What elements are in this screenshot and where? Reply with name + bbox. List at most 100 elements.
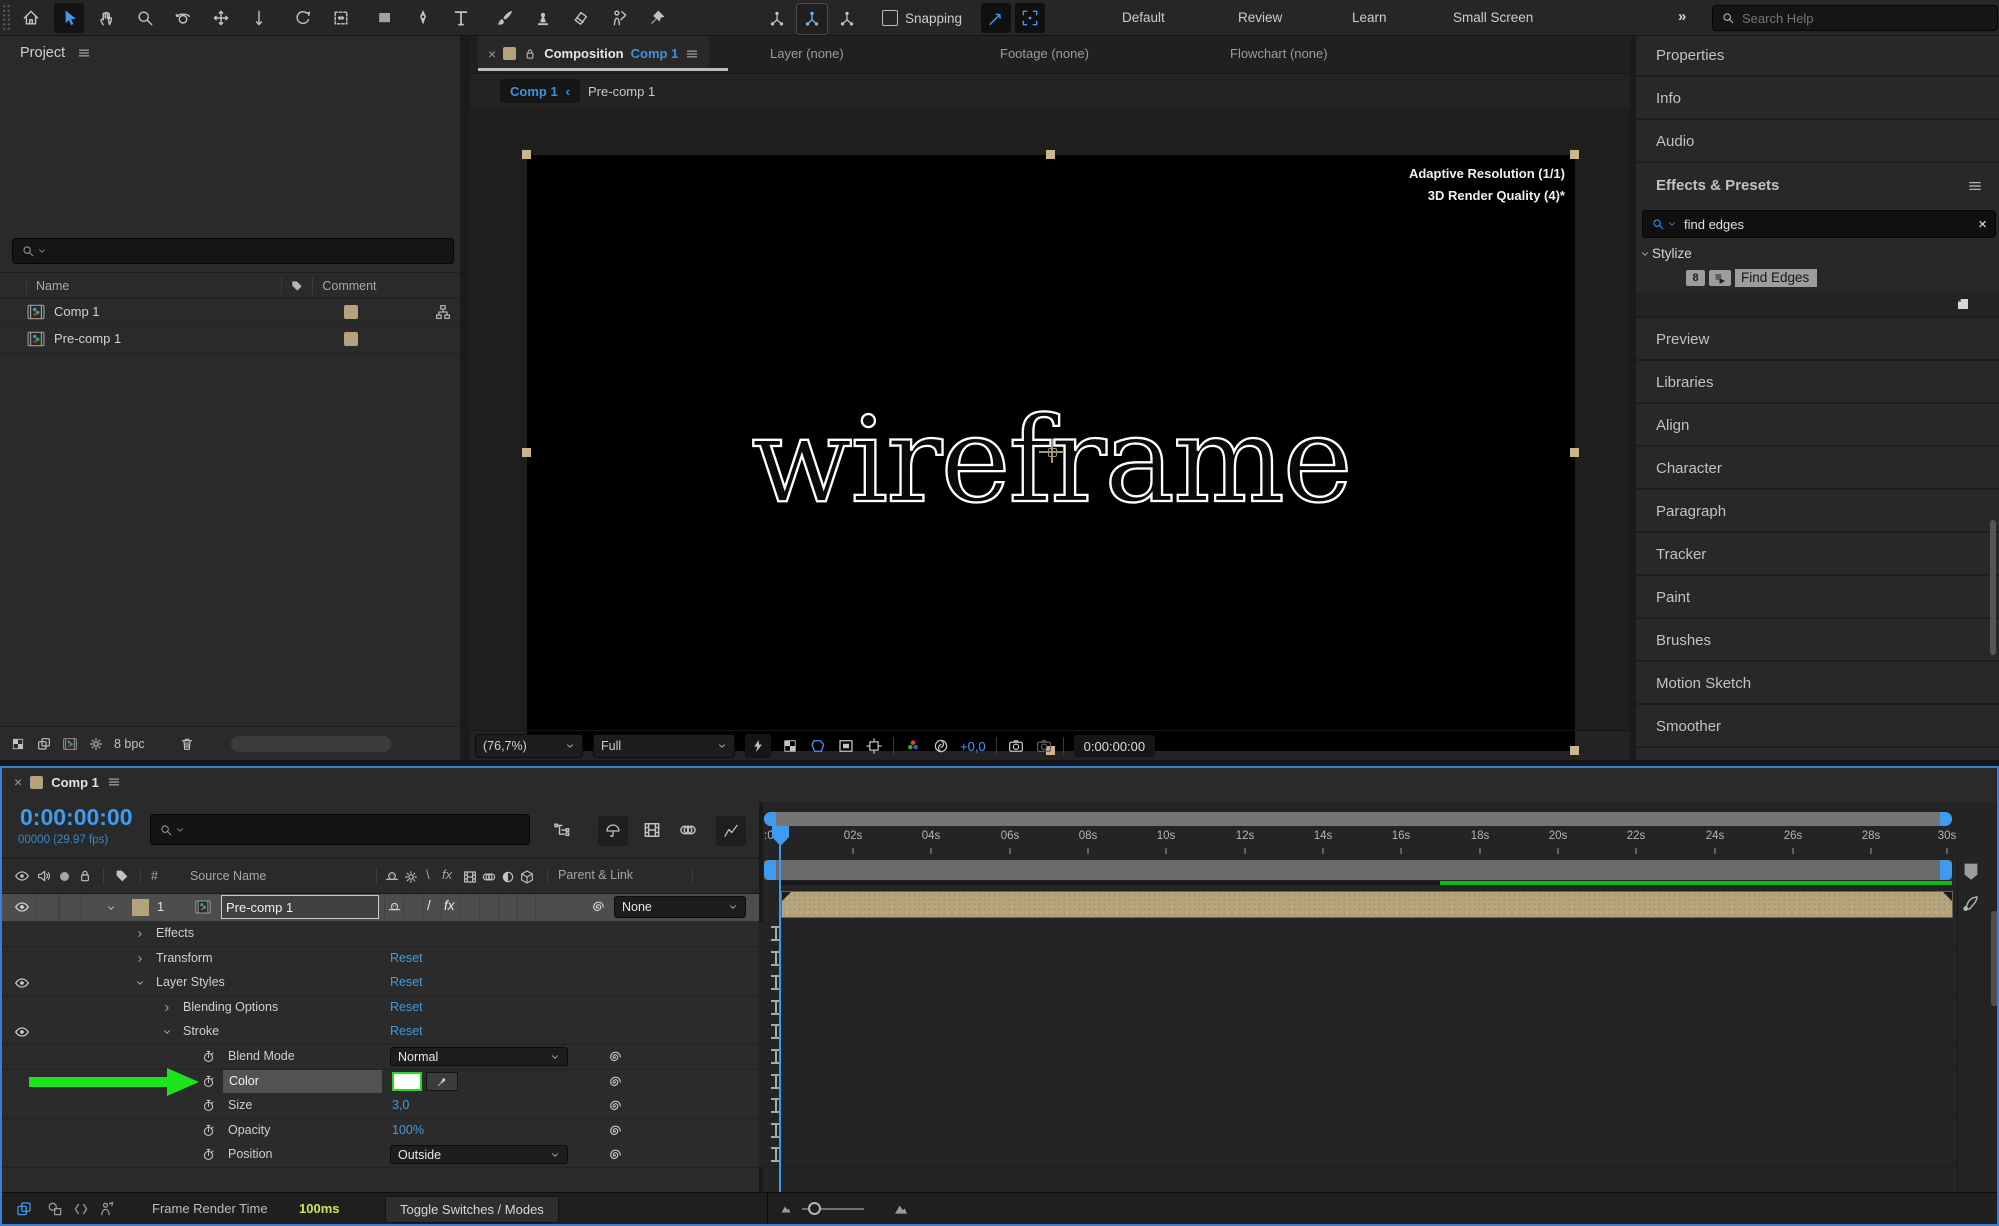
dolly-camera-tool-icon[interactable] <box>244 3 274 33</box>
snap-bounding-box-icon[interactable] <box>1015 3 1045 33</box>
comp-handle-mid-right[interactable] <box>1570 448 1579 457</box>
expand-transfer-controls-icon[interactable] <box>46 1200 64 1218</box>
composition-canvas[interactable]: Adaptive Resolution (1/1) 3D Render Qual… <box>527 155 1575 751</box>
timeline-search-input[interactable] <box>190 821 521 838</box>
resolution-dropdown[interactable]: Full <box>593 734 735 758</box>
workspace-overflow-chevrons[interactable]: » <box>1678 8 1686 25</box>
rectangle-tool-icon[interactable] <box>370 3 400 33</box>
column-parent-link[interactable]: Parent & Link <box>558 868 633 882</box>
project-search-input[interactable] <box>52 243 445 260</box>
reset-link[interactable]: Reset <box>390 975 423 989</box>
selection-tool-icon[interactable] <box>54 3 84 33</box>
layer-row[interactable]: 1 Pre-comp 1 / fx None <box>2 894 759 922</box>
camera-tool-icon[interactable] <box>326 3 356 33</box>
solo-cell[interactable] <box>59 894 82 921</box>
panel-divider[interactable] <box>460 36 470 760</box>
project-row-comp1[interactable]: Comp 1 <box>0 298 460 326</box>
property-row-stroke[interactable]: Stroke Reset <box>2 1020 759 1045</box>
comp-marker-bin-icon[interactable] <box>1960 860 1982 882</box>
motion-blur-icon[interactable] <box>481 869 497 885</box>
property-row-layer-styles[interactable]: Layer Styles Reset <box>2 971 759 996</box>
lock-icon[interactable] <box>523 47 537 61</box>
label-tag-icon[interactable] <box>290 279 304 293</box>
graph-row[interactable] <box>759 922 1957 947</box>
frame-blend-icon[interactable] <box>462 869 478 885</box>
panel-audio[interactable]: Audio <box>1636 122 1999 163</box>
eye-icon[interactable] <box>14 975 30 991</box>
layer-in-point[interactable] <box>782 892 791 901</box>
help-search-box[interactable] <box>1712 5 1998 31</box>
exposure-reset-icon[interactable] <box>932 737 950 755</box>
reset-link[interactable]: Reset <box>390 1024 423 1038</box>
frame-blending-icon[interactable] <box>642 820 662 840</box>
eye-icon[interactable] <box>14 1024 30 1040</box>
panel-smo other[interactable]: Smoother <box>1636 707 1999 748</box>
panel-character[interactable]: Character <box>1636 449 1999 490</box>
pickwhip-icon[interactable] <box>607 1098 623 1114</box>
property-row-effects[interactable]: Effects <box>2 922 759 947</box>
solo-icon[interactable] <box>60 872 69 881</box>
comp-handle-top-center[interactable] <box>1046 150 1055 159</box>
clone-stamp-tool-icon[interactable] <box>528 3 558 33</box>
layer-out-point[interactable] <box>1943 892 1952 901</box>
layer-duration-bar[interactable] <box>781 891 1953 918</box>
create-preset-icon[interactable] <box>1955 296 1971 312</box>
toggle-switches-modes-button[interactable]: Toggle Switches / Modes <box>385 1196 559 1223</box>
render-time-pane-icon[interactable] <box>98 1200 116 1218</box>
panel-menu-icon[interactable] <box>77 46 91 60</box>
sidebar-scrollbar[interactable] <box>1990 520 1996 655</box>
project-item-name[interactable]: Pre-comp 1 <box>54 331 121 346</box>
timeline-timecode[interactable]: 0:00:00:00 <box>20 804 133 831</box>
panel-menu-icon[interactable] <box>685 47 699 61</box>
column-source-name[interactable]: Source Name <box>190 869 266 883</box>
work-area-end-handle[interactable] <box>1940 860 1952 880</box>
navigator-start-handle[interactable] <box>764 812 776 826</box>
layer-expander-chevron[interactable] <box>106 903 116 913</box>
panel-tracker[interactable]: Tracker <box>1636 535 1999 576</box>
project-settings-icon[interactable] <box>88 736 104 752</box>
tab-flowchart[interactable]: Flowchart (none) <box>1230 46 1328 61</box>
project-row-precomp1[interactable]: Pre-comp 1 <box>0 325 460 353</box>
adjustment-layer-icon[interactable] <box>500 869 516 885</box>
region-of-interest-icon[interactable] <box>837 737 855 755</box>
panel-properties[interactable]: Properties <box>1636 36 1999 77</box>
reset-link[interactable]: Reset <box>390 1000 423 1014</box>
panel-menu-icon[interactable] <box>107 775 121 789</box>
stopwatch-icon[interactable] <box>201 1147 216 1162</box>
effects-search-input[interactable] <box>1682 216 1973 233</box>
type-tool-icon[interactable] <box>446 3 476 33</box>
new-folder-icon[interactable] <box>36 736 52 752</box>
workspace-review[interactable]: Review <box>1238 10 1282 25</box>
property-row-blend-mode[interactable]: Blend Mode Normal <box>2 1045 759 1070</box>
panel-brushes[interactable]: Brushes <box>1636 621 1999 662</box>
workspace-learn[interactable]: Learn <box>1352 10 1387 25</box>
comp-handle-top-right[interactable] <box>1570 150 1579 159</box>
graph-row[interactable] <box>759 947 1957 972</box>
toolbar-grip[interactable] <box>2 4 11 32</box>
roto-brush-tool-icon[interactable] <box>604 3 634 33</box>
layer-quality-icon[interactable]: / <box>427 898 431 913</box>
pickwhip-icon[interactable] <box>607 1147 623 1163</box>
stopwatch-icon[interactable] <box>201 1074 216 1089</box>
breadcrumb-back-chevron[interactable]: ‹ <box>566 84 570 99</box>
graph-row[interactable] <box>759 996 1957 1021</box>
graph-row[interactable] <box>759 1094 1957 1119</box>
work-area-start-handle[interactable] <box>764 860 776 880</box>
flowchart-icon[interactable] <box>434 303 452 321</box>
graph-editor-icon[interactable] <box>716 816 746 846</box>
panel-preview[interactable]: Preview <box>1636 320 1999 361</box>
zoom-tool-icon[interactable] <box>130 3 160 33</box>
time-navigator-bar[interactable] <box>764 812 1952 826</box>
lock-icon[interactable] <box>77 868 93 884</box>
property-row-transform[interactable]: Transform Reset <box>2 947 759 972</box>
layer-name[interactable]: Pre-comp 1 <box>221 895 379 919</box>
mask-visibility-icon[interactable] <box>809 737 827 755</box>
stopwatch-icon[interactable] <box>201 1098 216 1113</box>
motion-blur-icon[interactable] <box>678 820 698 840</box>
stroke-color-swatch[interactable] <box>392 1072 422 1091</box>
property-row-size[interactable]: Size 3,0 <box>2 1094 759 1119</box>
pickwhip-icon[interactable] <box>607 1049 623 1065</box>
panel-paint[interactable]: Paint <box>1636 578 1999 619</box>
rotation-tool-icon[interactable] <box>288 3 318 33</box>
channel-rgb-icon[interactable] <box>904 737 922 755</box>
